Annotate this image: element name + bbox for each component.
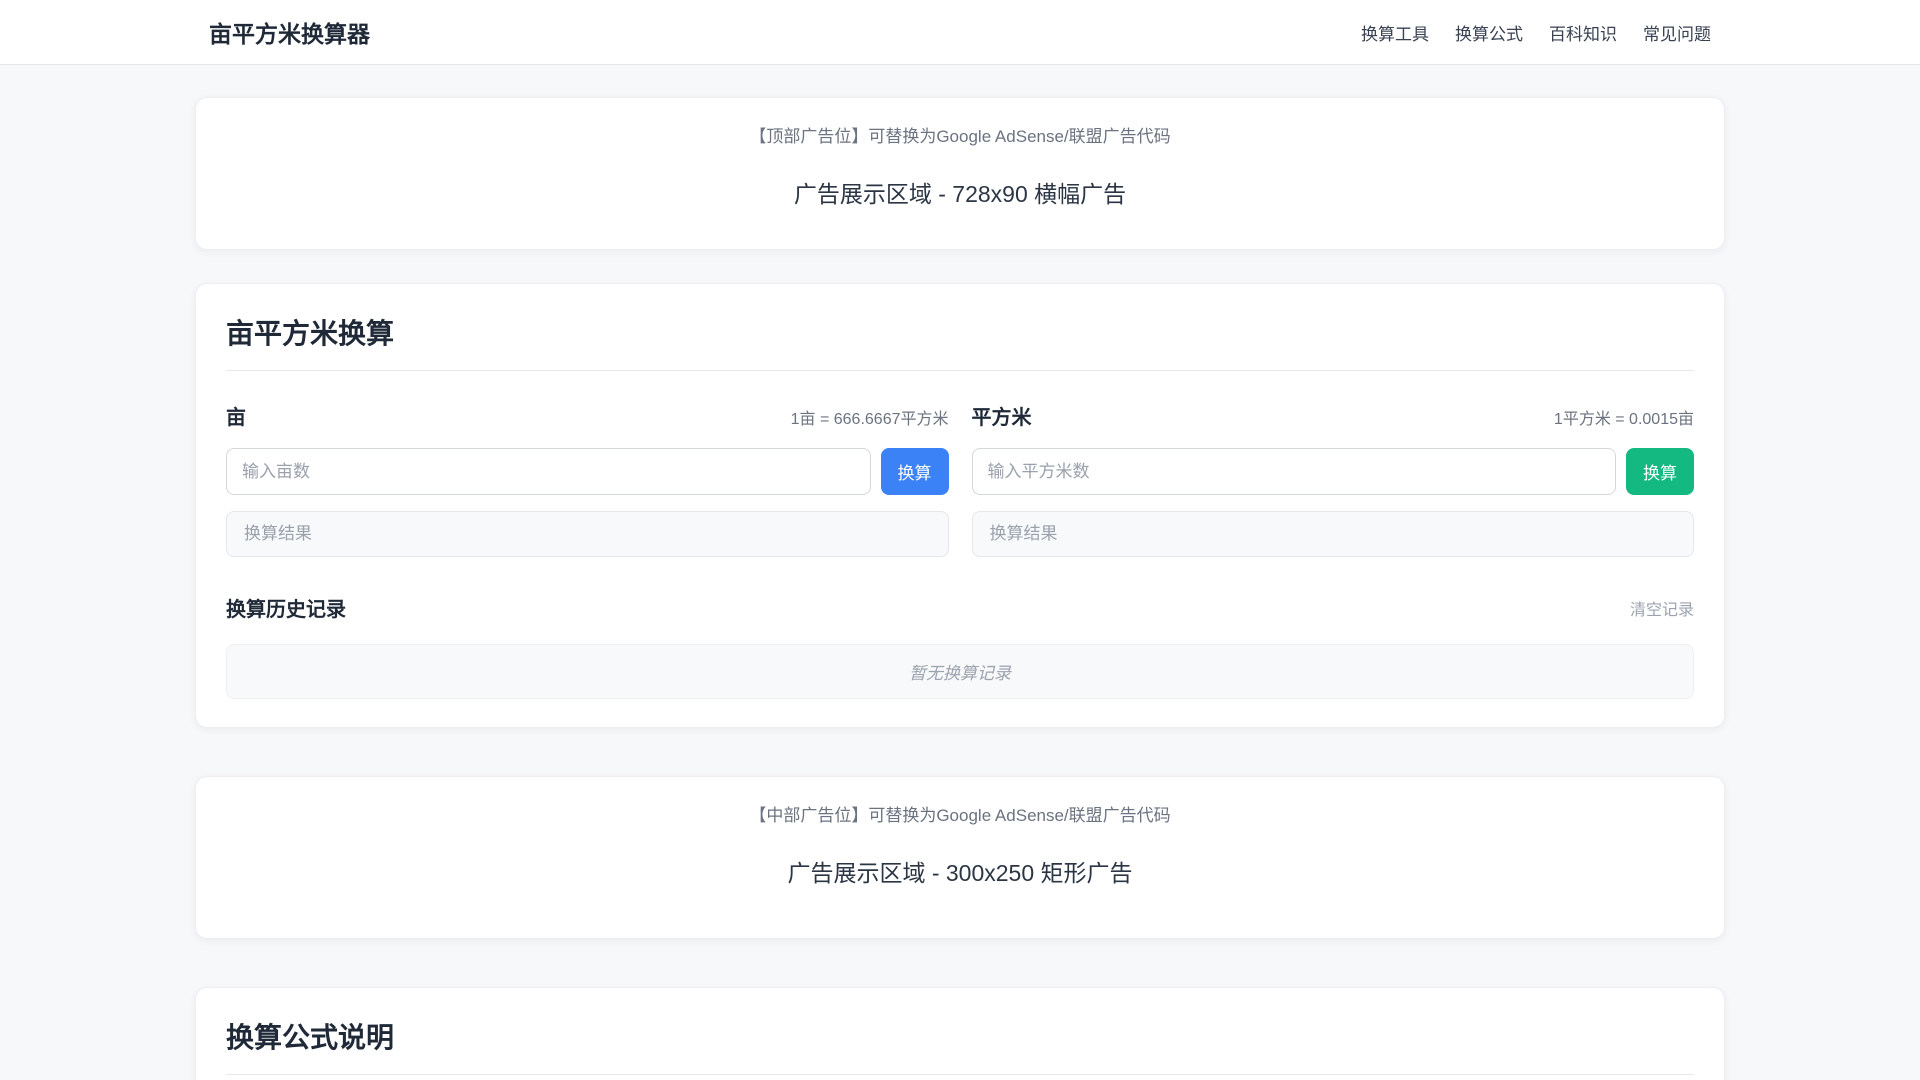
mu-result-field <box>226 511 949 557</box>
sqm-converter-panel: 平方米 1平方米 = 0.0015亩 换算 <box>971 401 1694 557</box>
converter-grid: 亩 1亩 = 666.6667平方米 换算 平方米 1平方米 = 0.0015亩… <box>226 401 1694 557</box>
middle-ad-card: 【中部广告位】可替换为Google AdSense/联盟广告代码 广告展示区域 … <box>195 776 1725 939</box>
sqm-result-field <box>971 511 1694 557</box>
title-divider <box>226 370 1694 371</box>
history-title: 换算历史记录 <box>226 599 346 621</box>
middle-ad-display: 广告展示区域 - 300x250 矩形广告 <box>787 860 1133 886</box>
clear-history-button[interactable]: 清空记录 <box>1630 596 1694 620</box>
top-ad-display: 广告展示区域 - 728x90 横幅广告 <box>793 181 1127 207</box>
site-title: 亩平方米换算器 <box>209 21 370 47</box>
top-ad-card: 【顶部广告位】可替换为Google AdSense/联盟广告代码 广告展示区域 … <box>195 97 1725 250</box>
top-ad-note: 【顶部广告位】可替换为Google AdSense/联盟广告代码 <box>749 127 1171 146</box>
mu-unit-label: 亩 <box>226 407 246 429</box>
nav-item-conversion-formula[interactable]: 换算公式 <box>1455 20 1523 45</box>
mu-convert-button[interactable]: 换算 <box>880 448 949 495</box>
mu-conversion-hint: 1亩 = 666.6667平方米 <box>790 411 949 428</box>
nav-item-encyclopedia[interactable]: 百科知识 <box>1549 20 1617 45</box>
history-header: 换算历史记录 清空记录 <box>226 593 1694 622</box>
nav-item-faq[interactable]: 常见问题 <box>1643 20 1711 45</box>
main-content: 【顶部广告位】可替换为Google AdSense/联盟广告代码 广告展示区域 … <box>195 97 1725 1080</box>
converter-card: 亩平方米换算 亩 1亩 = 666.6667平方米 换算 平方米 1平方米 <box>195 283 1725 728</box>
main-nav: 换算工具 换算公式 百科知识 常见问题 <box>1361 20 1711 45</box>
converter-title: 亩平方米换算 <box>226 318 395 349</box>
sqm-unit-label: 平方米 <box>971 407 1032 429</box>
sqm-conversion-hint: 1平方米 = 0.0015亩 <box>1553 411 1694 428</box>
middle-ad-note: 【中部广告位】可替换为Google AdSense/联盟广告代码 <box>749 806 1171 825</box>
formula-card: 换算公式说明 核心换算公式： 1 亩 = 666.6667 平方米 (精确值：1… <box>195 987 1725 1080</box>
formula-title: 换算公式说明 <box>226 1022 395 1053</box>
sqm-convert-button[interactable]: 换算 <box>1626 448 1694 495</box>
sqm-input[interactable] <box>971 448 1616 495</box>
formula-title-divider <box>226 1074 1694 1075</box>
history-empty-state: 暂无换算记录 <box>226 644 1694 699</box>
mu-input[interactable] <box>226 448 871 495</box>
mu-converter-panel: 亩 1亩 = 666.6667平方米 换算 <box>226 401 949 557</box>
site-header: 亩平方米换算器 换算工具 换算公式 百科知识 常见问题 <box>0 0 1920 65</box>
nav-item-conversion-tools[interactable]: 换算工具 <box>1361 20 1429 45</box>
